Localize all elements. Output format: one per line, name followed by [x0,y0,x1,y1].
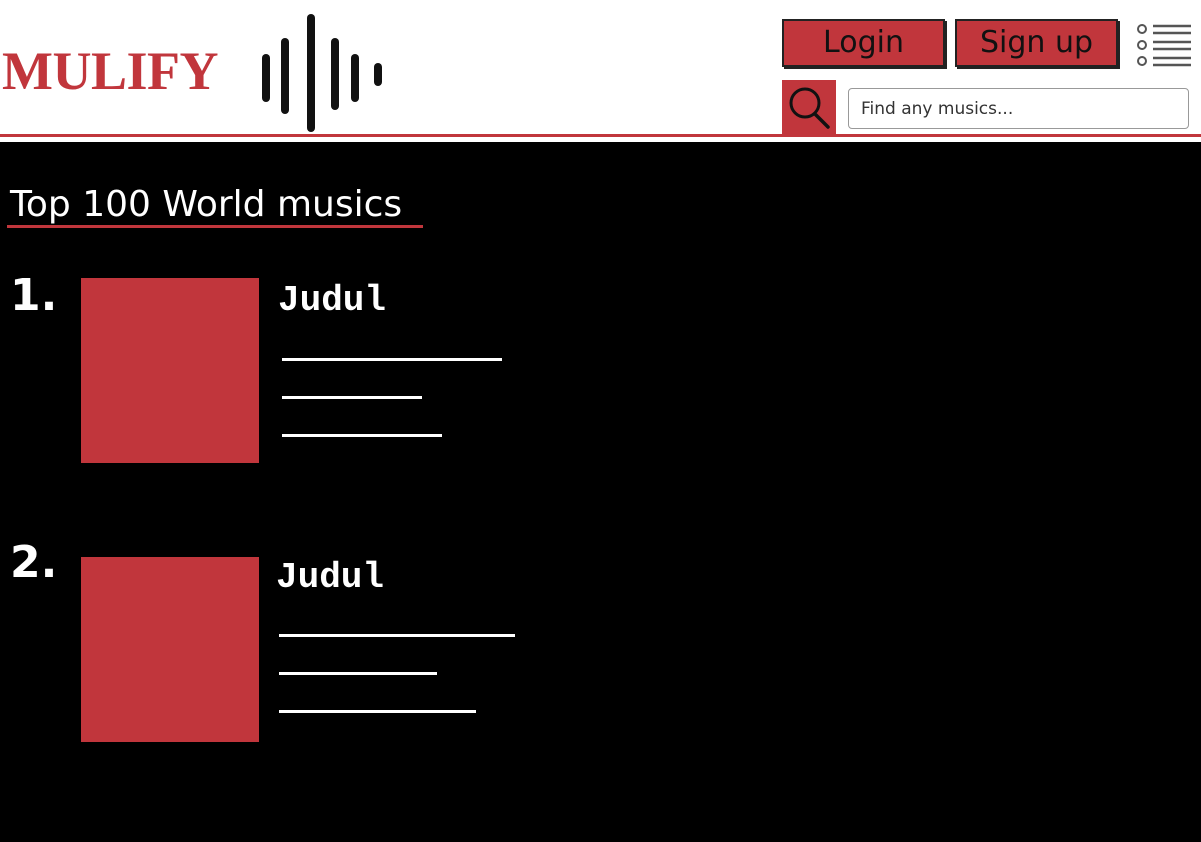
album-cover[interactable] [81,557,259,742]
placeholder-line [282,396,422,399]
rank-number: 1. [10,270,58,321]
search-button[interactable] [782,80,836,134]
rank-number: 2. [10,537,58,588]
signup-button[interactable]: Sign up [955,19,1118,67]
login-button[interactable]: Login [782,19,945,67]
placeholder-line [279,710,476,713]
logo-text[interactable]: MULIFY [2,40,218,102]
placeholder-line [279,672,437,675]
placeholder-line [279,634,515,637]
placeholder-line [282,358,502,361]
section-title: Top 100 World musics [10,184,403,225]
list-menu-icon[interactable] [1136,22,1192,70]
section-title-underline [7,225,423,228]
album-cover[interactable] [81,278,259,463]
song-title[interactable]: Judul [278,281,386,321]
song-title[interactable]: Judul [276,558,384,598]
sound-wave-icon [262,14,382,132]
header-gap [0,137,1201,142]
magnifier-icon [789,87,830,129]
search-input[interactable] [848,88,1189,129]
placeholder-line [282,434,442,437]
